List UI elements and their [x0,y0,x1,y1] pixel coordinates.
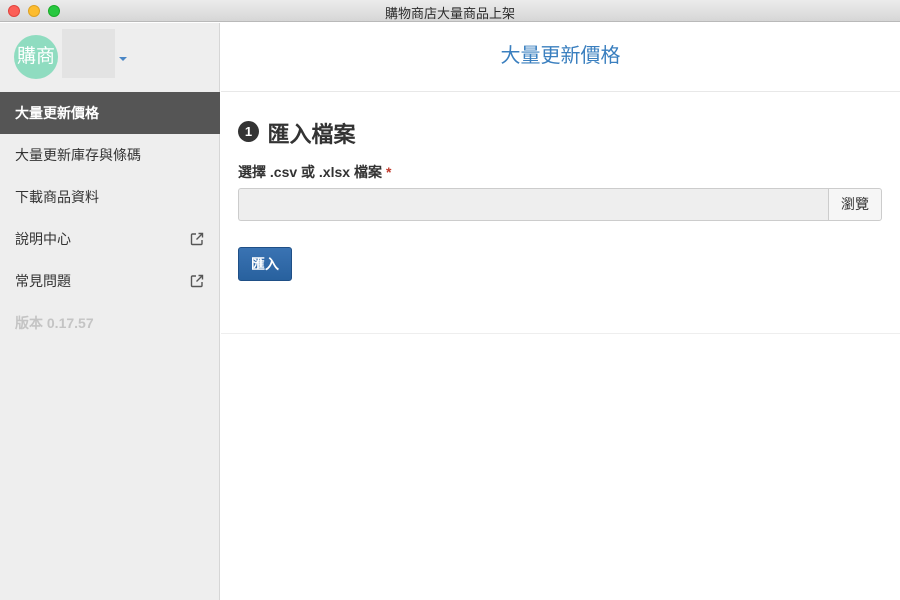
store-logo: 購商 [14,35,58,79]
store-switcher[interactable]: 購商 [0,23,220,92]
step-number-badge: 1 [238,121,259,142]
import-button[interactable]: 匯入 [238,247,292,281]
file-field-label-text: 選擇 .csv 或 .xlsx 檔案 [238,164,382,180]
caret-down-icon[interactable] [119,57,127,61]
main-content: 大量更新價格 1 匯入檔案 選擇 .csv 或 .xlsx 檔案 * 瀏覽 匯入 [221,23,900,600]
step-heading: 1 匯入檔案 [238,117,355,147]
sidebar-nav: 大量更新價格 大量更新庫存與條碼 下載商品資料 說明中心 常見問題 版本 0.1… [0,92,220,344]
external-link-icon [190,274,204,288]
import-file-panel: 1 匯入檔案 選擇 .csv 或 .xlsx 檔案 * 瀏覽 匯入 [221,92,900,334]
sidebar: 購商 大量更新價格 大量更新庫存與條碼 下載商品資料 說明中心 常見問題 版本 … [0,23,220,600]
store-name-placeholder [62,29,115,78]
file-path-input[interactable] [238,188,829,221]
sidebar-item-bulk-update-stock-barcode[interactable]: 大量更新庫存與條碼 [0,134,220,176]
sidebar-item-help-center[interactable]: 說明中心 [0,218,220,260]
sidebar-item-label: 下載商品資料 [15,189,99,205]
sidebar-item-label: 大量更新庫存與條碼 [15,147,141,163]
sidebar-item-label: 常見問題 [15,273,71,289]
external-link-icon [190,232,204,246]
sidebar-item-label: 大量更新價格 [15,105,99,121]
browse-button[interactable]: 瀏覽 [828,188,882,221]
required-asterisk: * [385,164,392,180]
sidebar-item-faq[interactable]: 常見問題 [0,260,220,302]
version-label: 版本 0.17.57 [0,302,220,344]
window-title: 購物商店大量商品上架 [384,6,515,21]
page-title: 大量更新價格 [221,23,900,92]
title-bar: 購物商店大量商品上架 [0,0,900,22]
version-text: 版本 0.17.57 [15,315,94,331]
sidebar-item-download-product-data[interactable]: 下載商品資料 [0,176,220,218]
app-window: 購物商店大量商品上架 購商 大量更新價格 大量更新庫存與條碼 下載商品資料 說明… [0,0,900,600]
file-picker: 瀏覽 [238,188,882,221]
sidebar-item-bulk-update-price[interactable]: 大量更新價格 [0,92,220,134]
sidebar-item-label: 說明中心 [15,231,71,247]
file-field-label: 選擇 .csv 或 .xlsx 檔案 * [238,162,391,182]
step-title: 匯入檔案 [267,122,356,147]
